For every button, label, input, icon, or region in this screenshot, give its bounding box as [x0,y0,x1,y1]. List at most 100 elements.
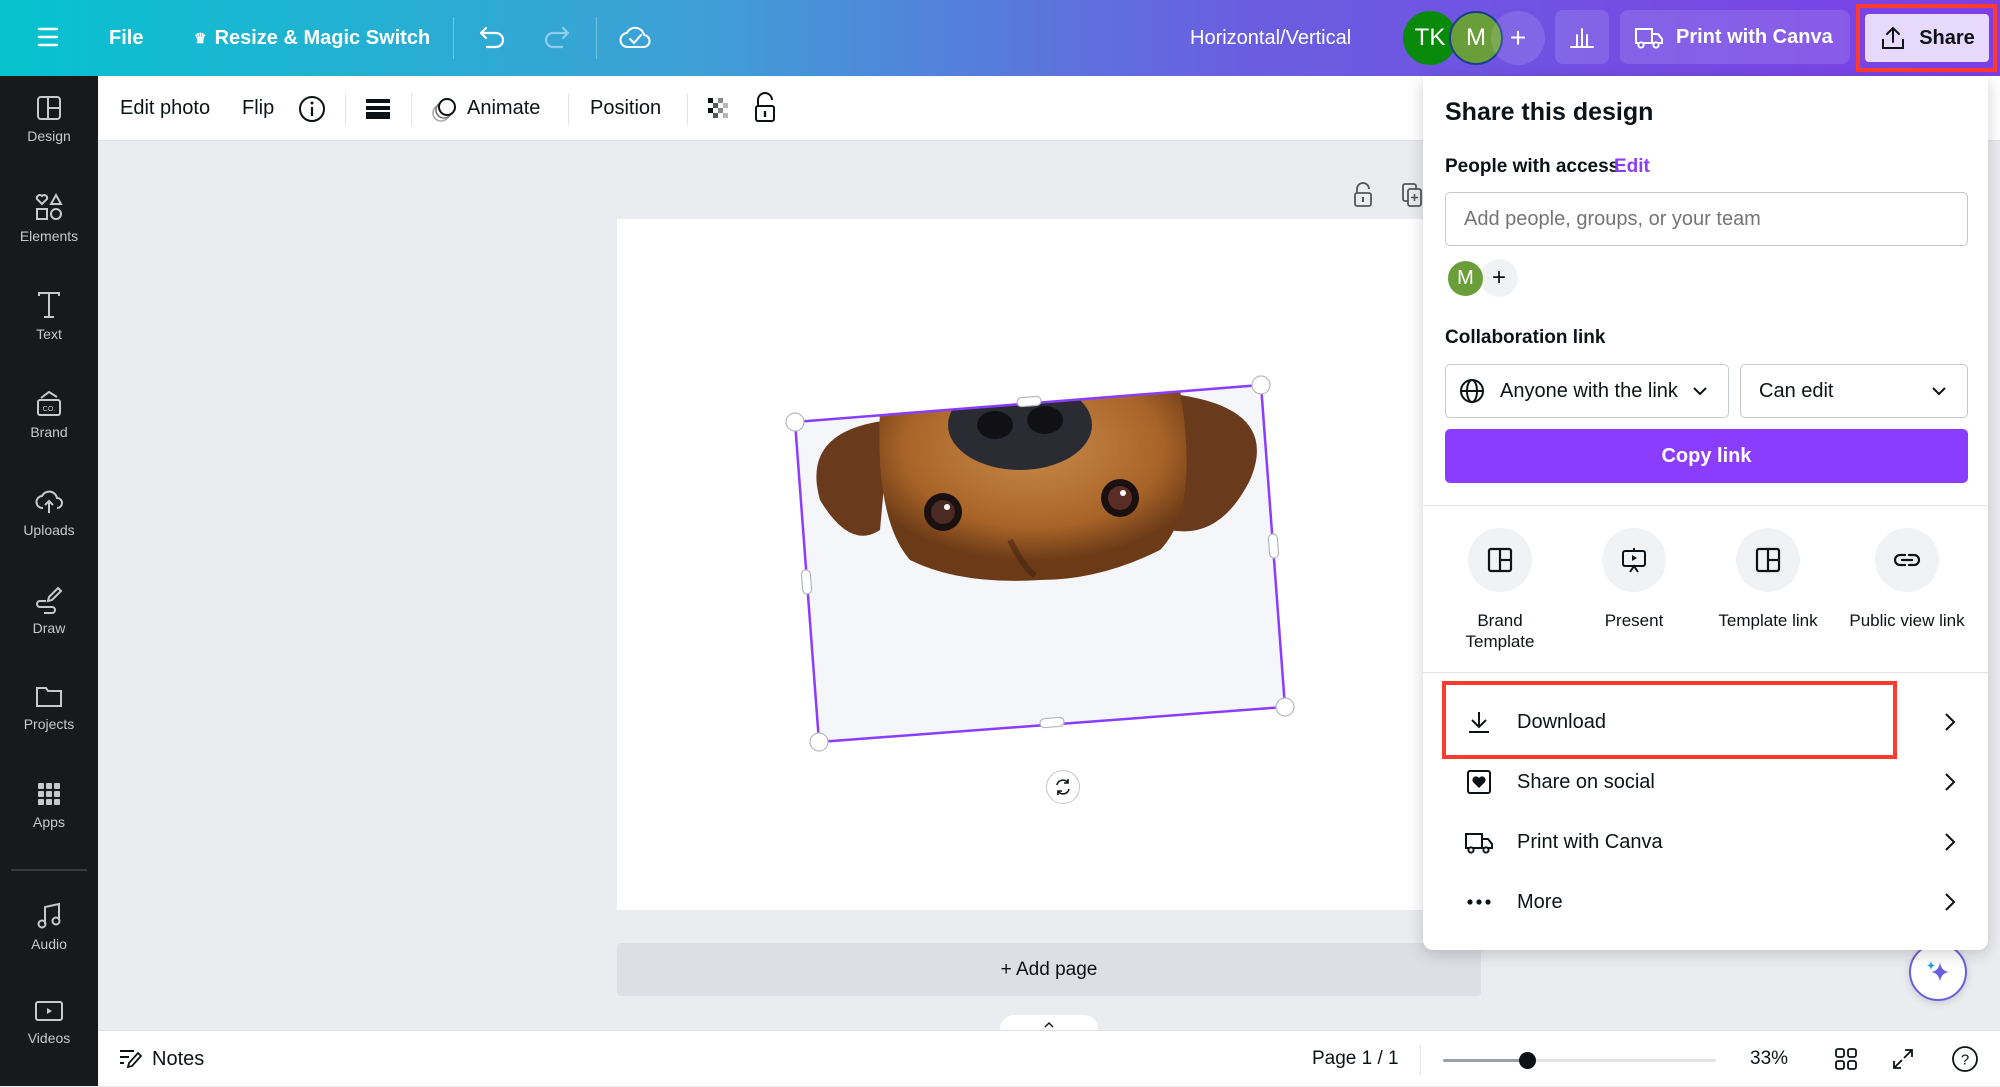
present-action[interactable]: Present [1569,528,1699,631]
help-icon[interactable]: ? [1951,1045,1979,1078]
divider [1423,672,1988,673]
public-view-link-action[interactable]: Public view link [1837,528,1977,631]
avatar-initials: M [1466,24,1486,51]
text-icon [38,292,60,318]
panel-title: Share this design [1445,98,1654,126]
resize-handle[interactable] [785,412,805,432]
sidebar-label: Draw [32,620,66,636]
sidebar-item-text[interactable]: Text [0,272,98,362]
divider [411,93,412,125]
position-button[interactable]: Position [590,76,661,141]
file-menu[interactable]: File [109,0,143,76]
fullscreen-icon[interactable] [1891,1047,1915,1076]
chevron-up-icon [1044,1022,1054,1028]
resize-handle[interactable] [809,732,829,752]
sidebar-item-uploads[interactable]: Uploads [0,468,98,558]
zoom-slider[interactable] [1443,1052,1716,1069]
edit-access-link[interactable]: Edit [1614,156,1650,178]
add-page-button[interactable]: + Add page [617,943,1481,996]
template-link-action[interactable]: Template link [1703,528,1833,631]
share-button[interactable]: Share [1865,14,1989,62]
sidebar-item-audio[interactable]: Audio [0,882,98,972]
brand-template-icon [1487,547,1513,573]
grid-view-icon[interactable] [1834,1047,1858,1076]
selected-image[interactable] [780,370,1320,810]
action-label: Public view link [1849,611,1965,630]
heart-icon [1467,770,1491,794]
duplicate-page-icon[interactable] [1401,182,1423,213]
print-label: Print with Canva [1676,25,1833,48]
folder-icon [36,687,62,707]
share-panel: Share this design People with access Edi… [1423,76,1988,950]
sidebar-label: Uploads [23,522,75,538]
add-collaborator-button[interactable]: + [1491,11,1545,65]
sidebar-item-apps[interactable]: Apps [0,762,98,852]
link-access-select[interactable]: Anyone with the link [1445,364,1729,418]
lock-icon[interactable] [752,92,778,129]
animate-label: Animate [467,97,541,119]
video-icon [35,1001,63,1021]
rotate-handle[interactable] [1046,770,1080,804]
copy-link-button[interactable]: Copy link [1445,429,1968,483]
resize-handle[interactable] [1251,375,1271,395]
edge-handle[interactable] [1267,533,1280,559]
sidebar-item-brand[interactable]: CO. Brand [0,370,98,460]
bar-chart-icon [1570,28,1594,48]
plus-icon: + [1509,22,1527,53]
divider [596,17,597,59]
chevron-right-icon [1945,833,1956,851]
edge-handle[interactable] [800,569,813,595]
add-member-button[interactable]: + [1480,259,1518,297]
draw-icon [36,586,63,614]
animate-icon [432,97,456,122]
svg-text:CO.: CO. [43,406,56,413]
notes-button[interactable]: Notes [118,1031,204,1087]
undo-icon[interactable] [478,24,508,57]
notes-label: Notes [152,1047,205,1070]
menu-label: Share on social [1517,770,1655,793]
sidebar-item-projects[interactable]: Projects [0,664,98,754]
sidebar-item-draw[interactable]: Draw [0,566,98,656]
design-title[interactable]: Horizontal/Vertical [1190,0,1351,76]
collaboration-link-label: Collaboration link [1445,327,1606,348]
border-style-icon[interactable] [365,97,391,126]
print-with-canva-button[interactable]: Print with Canva [1620,10,1850,64]
magic-assistant-button[interactable] [1909,943,1967,1001]
zoom-level[interactable]: 33% [1750,1031,1788,1087]
shapes-icon [35,192,63,220]
edge-handle[interactable] [1016,395,1042,408]
sidebar-label: Design [27,128,71,144]
notes-icon [120,1050,143,1069]
sidebar-item-elements[interactable]: Elements [0,174,98,264]
print-with-canva-menu-item[interactable]: Print with Canva [1445,812,1968,872]
menu-icon[interactable] [36,26,60,53]
zoom-slider-thumb[interactable] [1519,1052,1536,1069]
cloud-saved-icon[interactable] [619,22,651,57]
brand-template-action[interactable]: Brand Template [1435,528,1565,652]
sidebar-item-videos[interactable]: Videos [0,980,98,1070]
lock-page-icon[interactable] [1352,182,1374,213]
people-with-access-label: People with access [1445,156,1620,177]
redo-icon[interactable] [541,24,571,57]
edge-handle[interactable] [1039,716,1065,729]
top-bar: File ♛ Resize & Magic Switch Horizontal/… [0,0,2000,76]
edit-photo-button[interactable]: Edit photo [120,76,210,141]
sidebar-label: Brand [30,424,68,440]
more-menu-item[interactable]: More [1445,872,1968,932]
link-icon [1893,553,1921,567]
sidebar-item-design[interactable]: Design [0,76,98,166]
globe-icon [1460,379,1484,403]
resize-handle[interactable] [1275,697,1295,717]
insights-button[interactable] [1555,10,1609,64]
share-on-social-menu-item[interactable]: Share on social [1445,752,1968,812]
info-icon[interactable] [297,94,327,129]
resize-button[interactable]: ♛ Resize & Magic Switch [194,0,430,76]
layout-icon [37,96,61,120]
flip-button[interactable]: Flip [242,76,274,141]
page-indicator[interactable]: Page 1 / 1 [1312,1031,1399,1087]
member-avatar[interactable]: M [1448,261,1483,296]
add-people-input[interactable] [1445,192,1968,246]
transparency-icon[interactable] [706,96,732,127]
permission-select[interactable]: Can edit [1740,364,1968,418]
animate-button[interactable]: Animate [431,76,540,141]
